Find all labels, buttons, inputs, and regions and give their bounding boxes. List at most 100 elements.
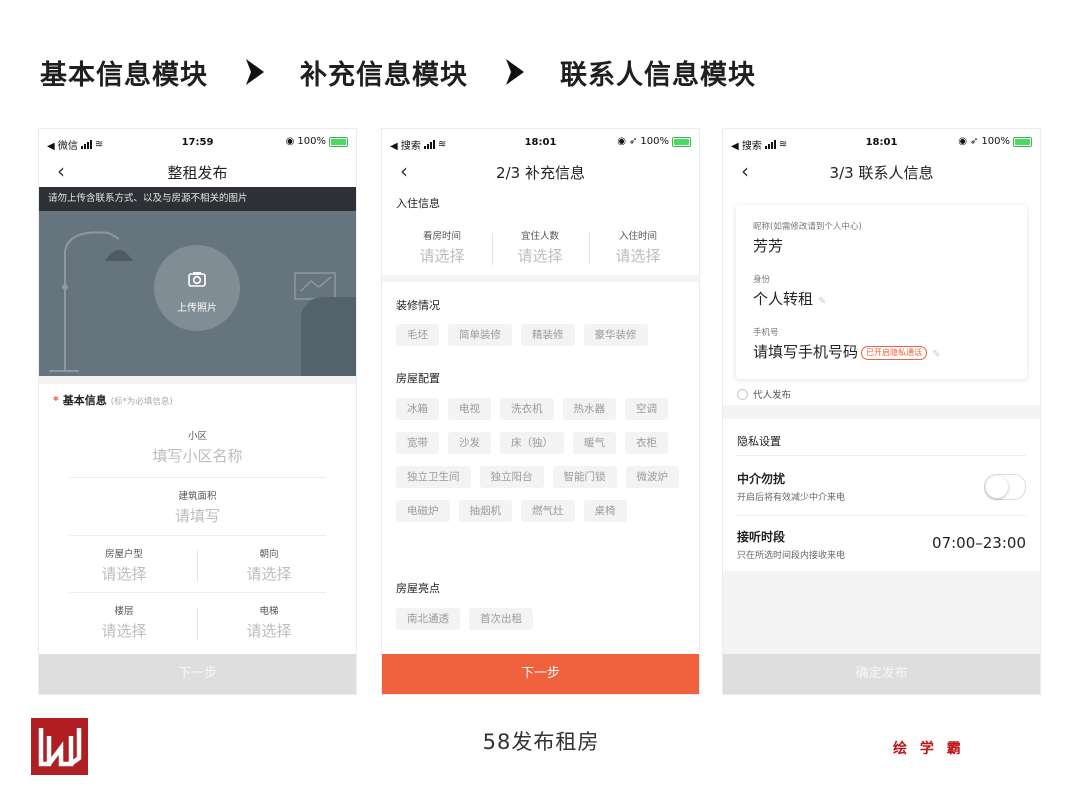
confirm-publish-button[interactable]: 确定发布 bbox=[723, 654, 1040, 694]
option-chip[interactable]: 首次出租 bbox=[469, 608, 533, 630]
option-chip[interactable]: 燃气灶 bbox=[521, 500, 575, 522]
highlights-title: 房屋亮点 bbox=[396, 582, 440, 595]
flow-header: 基本信息模块 补充信息模块 联系人信息模块 bbox=[40, 52, 756, 92]
answer-period-setting[interactable]: 接听时段 只在所选时间段内接收来电 bbox=[737, 528, 845, 561]
privacy-settings: 隐私设置 中介勿扰 开启后将有效减少中介来电 接听时段 只在所选时间段内接收来电… bbox=[723, 419, 1040, 571]
move-in-time-field[interactable]: 入住时间 请选择 bbox=[588, 228, 688, 266]
status-bar: ◀ 搜索 ≋ 18:01 ◉ ➶ 100% bbox=[382, 129, 699, 155]
upload-photo-label: 上传照片 bbox=[177, 303, 217, 314]
identity-field[interactable]: 身份 个人转租 ✎ bbox=[753, 273, 826, 309]
page-title: 3/3 联系人信息 bbox=[829, 164, 934, 182]
occupants-field[interactable]: 宜住人数 请选择 bbox=[490, 228, 590, 266]
privacy-title: 隐私设置 bbox=[737, 435, 781, 448]
radio-icon[interactable] bbox=[737, 388, 748, 400]
option-chip[interactable]: 智能门锁 bbox=[552, 466, 617, 488]
section-hint: (标*为必填信息) bbox=[110, 397, 173, 407]
option-chip[interactable]: 毛坯 bbox=[396, 324, 439, 346]
contact-card: 昵称(如需修改请到个人中心) 芳芳 身份 个人转租 ✎ 手机号 请填写手机号码 已开… bbox=[736, 205, 1027, 379]
option-chip[interactable]: 抽烟机 bbox=[458, 500, 512, 522]
layout-field[interactable]: 房屋户型 请选择 bbox=[59, 546, 189, 584]
nav-bar: ‹ 3/3 联系人信息 bbox=[723, 155, 1040, 187]
option-chip[interactable]: 冰箱 bbox=[396, 398, 439, 420]
battery-percent: 100% bbox=[297, 136, 326, 147]
option-chip[interactable]: 微波炉 bbox=[625, 466, 679, 488]
alarm-icon: ◉ bbox=[958, 136, 968, 147]
option-chip[interactable]: 桌椅 bbox=[583, 500, 627, 522]
contact-section: 昵称(如需修改请到个人中心) 芳芳 身份 个人转租 ✎ 手机号 请填写手机号码 已开… bbox=[723, 187, 1040, 405]
facilities-title: 房屋配置 bbox=[396, 372, 440, 385]
option-chip[interactable]: 电磁炉 bbox=[396, 500, 450, 522]
divider bbox=[197, 607, 198, 639]
chevron-right-icon bbox=[504, 56, 526, 88]
chevron-right-icon bbox=[244, 56, 266, 88]
no-agent-toggle[interactable] bbox=[984, 474, 1026, 500]
divider bbox=[737, 455, 1026, 456]
option-chip[interactable]: 床（独） bbox=[500, 432, 564, 454]
option-chip[interactable]: 暖气 bbox=[573, 432, 616, 454]
flow-step-supplement: 补充信息模块 bbox=[300, 59, 468, 91]
nav-bar: ‹ 2/3 补充信息 bbox=[382, 155, 699, 187]
option-chip[interactable]: 电视 bbox=[448, 398, 491, 420]
no-agent-setting: 中介勿扰 开启后将有效减少中介来电 bbox=[737, 472, 846, 503]
phone-supplement-info: ◀ 搜索 ≋ 18:01 ◉ ➶ 100% ‹ 2/3 补充信息 入住信息 看房… bbox=[382, 129, 699, 694]
option-chip[interactable]: 洗衣机 bbox=[500, 398, 554, 420]
status-bar: ◀ 微信 ≋ 17:59 ◉ 100% bbox=[39, 129, 356, 155]
option-chip[interactable]: 简单装修 bbox=[448, 324, 512, 346]
status-bar: ◀ 搜索 ≋ 18:01 ◉ ➶ 100% bbox=[723, 129, 1040, 155]
option-chip[interactable]: 独立阳台 bbox=[479, 466, 544, 488]
phone-contact-info: ◀ 搜索 ≋ 18:01 ◉ ➶ 100% ‹ 3/3 联系人信息 昵称(如需修… bbox=[723, 129, 1040, 694]
photo-area: 上传照片 bbox=[39, 211, 356, 376]
decoration-options: 毛坯 简单装修 精装修 豪华装修 bbox=[396, 324, 689, 358]
orientation-field[interactable]: 朝向 请选择 bbox=[204, 546, 334, 584]
required-star: * bbox=[53, 394, 59, 407]
privacy-call-badge: 已开启隐私通话 bbox=[861, 345, 928, 360]
decoration-title: 装修情况 bbox=[396, 299, 440, 312]
location-icon: ➶ bbox=[970, 136, 979, 147]
divider bbox=[69, 592, 326, 593]
phone-number-field[interactable]: 手机号 请填写手机号码 已开启隐私通话 ✎ bbox=[753, 326, 940, 362]
flow-step-basic: 基本信息模块 bbox=[40, 59, 208, 91]
upload-notice: 请勿上传含联系方式、以及与房源不相关的图片 bbox=[39, 187, 356, 211]
battery-icon bbox=[329, 136, 348, 147]
area-field[interactable]: 建筑面积 请填写 bbox=[39, 488, 356, 526]
divider bbox=[197, 550, 198, 582]
viewing-time-field[interactable]: 看房时间 请选择 bbox=[392, 228, 492, 266]
battery-percent: 100% bbox=[640, 136, 669, 147]
upload-photo-button[interactable]: 上传照片 bbox=[154, 245, 240, 331]
elevator-field[interactable]: 电梯 请选择 bbox=[204, 603, 334, 641]
option-chip[interactable]: 豪华装修 bbox=[583, 324, 648, 346]
checkin-card: 入住信息 看房时间 请选择 宜住人数 请选择 入住时间 请选择 bbox=[382, 187, 699, 275]
alarm-icon: ◉ bbox=[285, 136, 295, 147]
battery-icon bbox=[672, 136, 691, 147]
next-step-button[interactable]: 下一步 bbox=[39, 654, 356, 694]
page-title: 整租发布 bbox=[167, 164, 228, 182]
option-chip[interactable]: 南北通透 bbox=[396, 608, 460, 630]
nickname-field: 昵称(如需修改请到个人中心) 芳芳 bbox=[753, 222, 862, 255]
camera-icon bbox=[188, 272, 206, 287]
community-field[interactable]: 小区 填写小区名称 bbox=[39, 428, 356, 466]
divider bbox=[69, 535, 326, 536]
option-chip[interactable]: 沙发 bbox=[448, 432, 491, 454]
option-chip[interactable]: 空调 bbox=[625, 398, 668, 420]
battery-icon bbox=[1013, 136, 1032, 147]
battery-percent: 100% bbox=[981, 136, 1010, 147]
edit-pencil-icon[interactable]: ✎ bbox=[932, 349, 940, 360]
answer-period-value[interactable]: 07:00–23:00 bbox=[932, 534, 1026, 552]
option-chip[interactable]: 衣柜 bbox=[625, 432, 668, 454]
agent-post-option[interactable]: 代人发布 bbox=[737, 387, 791, 401]
flow-step-contact: 联系人信息模块 bbox=[560, 59, 756, 91]
divider bbox=[737, 515, 1026, 516]
option-chip[interactable]: 精装修 bbox=[521, 324, 575, 346]
facilities-options: 冰箱 电视 洗衣机 热水器 空调宽带 沙发 床（独） 暖气 衣柜独立卫生间 独立阳台 智能门锁 微波炉… bbox=[396, 398, 689, 534]
floor-field[interactable]: 楼层 请选择 bbox=[59, 603, 189, 641]
edit-pencil-icon[interactable]: ✎ bbox=[818, 296, 826, 307]
phone-number-input[interactable]: 请填写手机号码 bbox=[753, 343, 858, 361]
details-card: 装修情况 毛坯 简单装修 精装修 豪华装修 房屋配置 冰箱 电视 洗衣机 热水器 空调宽带 沙发… bbox=[382, 282, 699, 654]
next-step-button[interactable]: 下一步 bbox=[382, 654, 699, 694]
option-chip[interactable]: 宽带 bbox=[396, 432, 439, 454]
section-title: * 基本信息 (标*为必填信息) bbox=[53, 394, 173, 407]
nav-bar: ‹ 整租发布 bbox=[39, 155, 356, 187]
option-chip[interactable]: 独立卫生间 bbox=[396, 466, 471, 488]
brand-text: 绘 学 霸 bbox=[893, 741, 965, 757]
option-chip[interactable]: 热水器 bbox=[562, 398, 616, 420]
